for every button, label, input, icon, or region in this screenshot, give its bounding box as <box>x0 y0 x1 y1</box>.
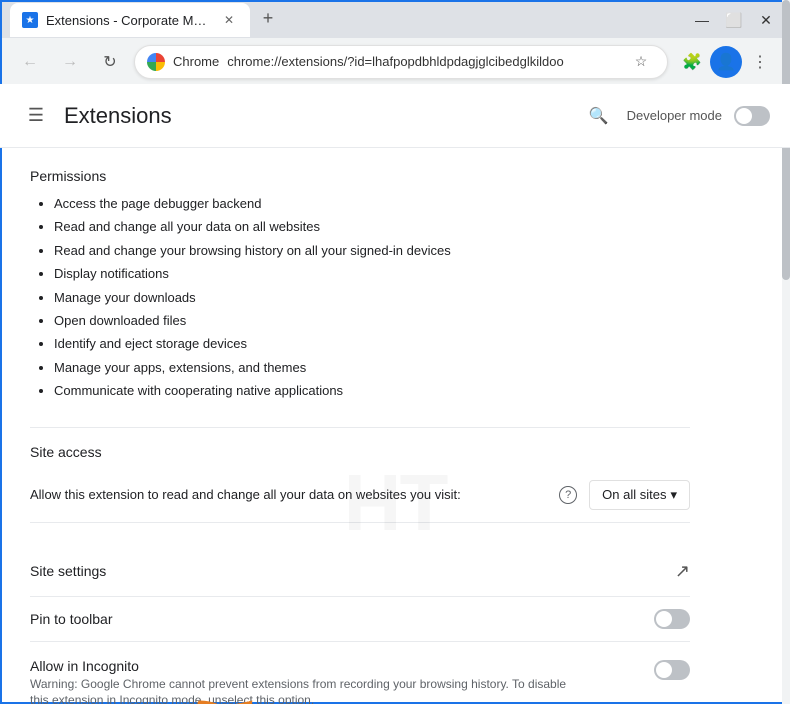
new-tab-button[interactable]: + <box>254 4 282 32</box>
list-item: Communicate with cooperating native appl… <box>54 379 690 402</box>
forward-button[interactable]: → <box>54 46 86 78</box>
site-access-row: Allow this extension to read and change … <box>30 468 690 523</box>
chrome-logo-icon <box>147 53 165 71</box>
pin-to-toolbar-row: Pin to toolbar <box>30 597 690 642</box>
refresh-button[interactable]: ↻ <box>94 46 126 78</box>
main-header: ☰ Extensions 🔍 Developer mode <box>0 84 790 148</box>
extensions-page: ☰ Extensions 🔍 Developer mode HT Permiss… <box>2 86 788 666</box>
bookmark-star-icon[interactable]: ☆ <box>627 48 655 76</box>
developer-mode-label: Developer mode <box>627 108 722 123</box>
list-item: Manage your downloads <box>54 286 690 309</box>
site-settings-label: Site settings <box>30 563 106 579</box>
toolbar-icons: 🧩 👤 ⋮ <box>676 46 776 78</box>
menu-button[interactable]: ⋮ <box>744 46 776 78</box>
chrome-label: Chrome <box>173 54 219 69</box>
list-item: Read and change all your data on all web… <box>54 215 690 238</box>
back-button[interactable]: ← <box>14 46 46 78</box>
content-inner: Permissions Access the page debugger bac… <box>0 148 720 704</box>
tab-favicon: ★ <box>22 12 38 28</box>
profile-button[interactable]: 👤 <box>710 46 742 78</box>
allow-incognito-row: Allow in Incognito Warning: Google Chrom… <box>30 642 690 704</box>
allow-incognito-toggle[interactable] <box>654 660 690 680</box>
maximize-button[interactable]: ⬜ <box>720 6 748 34</box>
address-bar: ← → ↻ Chrome chrome://extensions/?id=lha… <box>2 38 788 86</box>
dropdown-value: On all sites <box>602 487 666 502</box>
divider <box>30 427 690 428</box>
active-tab[interactable]: ★ Extensions - Corporate Monito... ✕ <box>10 3 250 37</box>
list-item: Display notifications <box>54 262 690 285</box>
list-item: Open downloaded files <box>54 309 690 332</box>
site-access-dropdown[interactable]: On all sites ▾ <box>589 480 690 510</box>
allow-incognito-group: Allow in Incognito Warning: Google Chrom… <box>30 658 642 704</box>
dropdown-chevron-icon: ▾ <box>670 487 677 503</box>
minimize-button[interactable]: — <box>688 6 716 34</box>
list-item: Access the page debugger backend <box>54 192 690 215</box>
site-access-title: Site access <box>30 444 690 460</box>
omnibox[interactable]: Chrome chrome://extensions/?id=lhafpopdb… <box>134 45 668 79</box>
header-right: 🔍 Developer mode <box>583 100 770 132</box>
external-link-icon[interactable]: ↗ <box>675 561 690 582</box>
hamburger-menu-button[interactable]: ☰ <box>20 100 52 132</box>
tab-title: Extensions - Corporate Monito... <box>46 13 212 28</box>
search-button[interactable]: 🔍 <box>583 100 615 132</box>
permissions-title: Permissions <box>30 168 690 184</box>
close-button[interactable]: ✕ <box>752 6 780 34</box>
permissions-section: Permissions Access the page debugger bac… <box>30 168 690 403</box>
window-controls: — ⬜ ✕ <box>688 6 780 34</box>
developer-mode-toggle[interactable] <box>734 106 770 126</box>
list-item: Read and change your browsing history on… <box>54 239 690 262</box>
page-title: Extensions <box>64 103 583 129</box>
tab-close-button[interactable]: ✕ <box>220 11 238 29</box>
allow-incognito-label: Allow in Incognito <box>30 658 642 674</box>
content-area: HT Permissions Access the page debugger … <box>0 148 790 704</box>
title-bar: ★ Extensions - Corporate Monito... ✕ + —… <box>2 2 788 38</box>
pin-to-toolbar-toggle[interactable] <box>654 609 690 629</box>
list-item: Manage your apps, extensions, and themes <box>54 356 690 379</box>
list-item: Identify and eject storage devices <box>54 332 690 355</box>
site-settings-row: Site settings ↗ <box>30 547 690 597</box>
extensions-icon[interactable]: 🧩 <box>676 46 708 78</box>
url-display: chrome://extensions/?id=lhafpopdbhldpdag… <box>227 54 619 69</box>
allow-incognito-description: Warning: Google Chrome cannot prevent ex… <box>30 676 570 704</box>
site-access-label: Allow this extension to read and change … <box>30 487 547 502</box>
pin-to-toolbar-label: Pin to toolbar <box>30 611 113 627</box>
help-icon[interactable]: ? <box>559 486 577 504</box>
omnibox-icons: ☆ <box>627 48 655 76</box>
permissions-list: Access the page debugger backend Read an… <box>30 192 690 403</box>
site-access-section: Site access Allow this extension to read… <box>30 444 690 523</box>
